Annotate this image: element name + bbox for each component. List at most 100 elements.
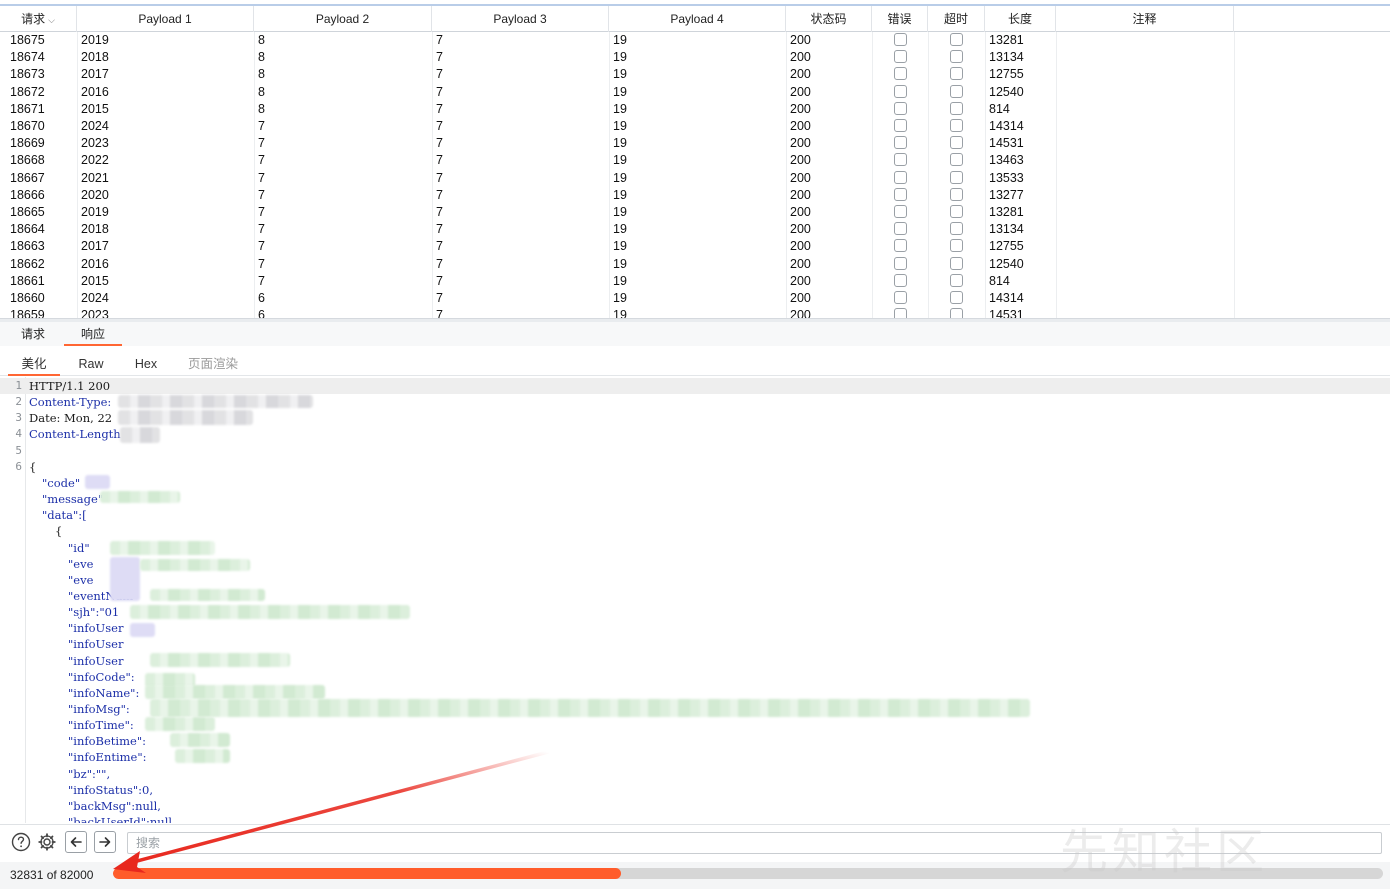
checkbox-timeout[interactable] — [950, 256, 963, 270]
checkbox-timeout[interactable] — [950, 291, 963, 304]
checkbox-timeout[interactable] — [950, 170, 963, 184]
checkbox-timeout[interactable] — [950, 67, 963, 81]
checkbox-error[interactable] — [894, 291, 907, 304]
table-row[interactable]: 18662 2016 7 7 19 200 12540 — [0, 256, 1390, 273]
checkbox-error[interactable] — [894, 222, 907, 236]
checkbox-timeout[interactable] — [950, 273, 963, 287]
redaction-blur — [118, 395, 313, 408]
table-row[interactable]: 18661 2015 7 7 19 200 814 — [0, 273, 1390, 290]
checkbox-timeout[interactable] — [950, 153, 963, 167]
cell-length: 13277 — [989, 187, 1024, 202]
cell-payload1: 2016 — [81, 256, 109, 271]
tab-response[interactable]: 响应 — [64, 322, 122, 346]
checkbox-error[interactable] — [894, 84, 907, 98]
cell-request: 18663 — [10, 239, 45, 254]
response-editor[interactable]: 1 HTTP/1.1 200 2 Content-Type: 3 Date: Mon, 2… — [0, 377, 1390, 823]
checkbox-error[interactable] — [894, 119, 907, 132]
table-row[interactable]: 18666 2020 7 7 19 200 13277 — [0, 187, 1390, 204]
checkbox-timeout[interactable] — [950, 239, 963, 253]
cell-status: 200 — [790, 239, 811, 254]
code-text: Content-Length — [29, 427, 121, 442]
cell-payload3: 7 — [436, 222, 443, 237]
cell-payload2: 8 — [258, 67, 265, 82]
checkbox-timeout[interactable] — [950, 136, 963, 150]
checkbox-error[interactable] — [894, 256, 907, 270]
table-row[interactable]: 18668 2022 7 7 19 200 13463 — [0, 152, 1390, 169]
table-row[interactable]: 18663 2017 7 7 19 200 12755 — [0, 238, 1390, 255]
column-header-timeout[interactable]: 超时 — [928, 6, 985, 32]
cell-status: 200 — [790, 33, 811, 47]
tab-request[interactable]: 请求 — [8, 322, 58, 346]
table-row[interactable]: 18672 2016 8 7 19 200 12540 — [0, 84, 1390, 101]
cell-payload1: 2018 — [81, 50, 109, 65]
table-row[interactable]: 18659 2023 6 7 19 200 14531 — [0, 307, 1390, 318]
checkbox-error[interactable] — [894, 239, 907, 253]
cell-payload3: 7 — [436, 153, 443, 168]
column-header-error[interactable]: 错误 — [872, 6, 928, 32]
checkbox-error[interactable] — [894, 101, 907, 115]
checkbox-timeout[interactable] — [950, 222, 963, 236]
cell-status: 200 — [790, 273, 811, 288]
tab-pretty[interactable]: 美化 — [8, 352, 60, 376]
cell-payload1: 2022 — [81, 153, 109, 168]
tab-hex[interactable]: Hex — [124, 352, 168, 376]
table-row[interactable]: 18665 2019 7 7 19 200 13281 — [0, 204, 1390, 221]
column-header-comment[interactable]: 注释 — [1056, 6, 1234, 32]
checkbox-error[interactable] — [894, 33, 907, 46]
settings-button[interactable] — [36, 831, 58, 853]
help-button[interactable] — [10, 831, 32, 853]
cell-payload4: 19 — [613, 187, 627, 202]
table-row[interactable]: 18671 2015 8 7 19 200 814 — [0, 101, 1390, 118]
next-match-button[interactable] — [94, 831, 116, 853]
cell-payload4: 19 — [613, 84, 627, 99]
checkbox-timeout[interactable] — [950, 33, 963, 46]
checkbox-error[interactable] — [894, 153, 907, 167]
tab-render[interactable]: 页面渲染 — [180, 352, 246, 376]
checkbox-error[interactable] — [894, 50, 907, 64]
tab-label: Hex — [134, 357, 158, 371]
checkbox-error[interactable] — [894, 308, 907, 318]
checkbox-error[interactable] — [894, 136, 907, 150]
column-header-payload3[interactable]: Payload 3 — [432, 6, 609, 32]
checkbox-timeout[interactable] — [950, 187, 963, 201]
tab-raw[interactable]: Raw — [70, 352, 112, 376]
cell-payload2: 6 — [258, 291, 265, 305]
column-header-request[interactable]: 请求 ⌵ — [0, 6, 77, 32]
cell-status: 200 — [790, 50, 811, 65]
code-line: "infoCode": — [0, 669, 1390, 685]
column-header-length[interactable]: 长度 — [985, 6, 1056, 32]
checkbox-error[interactable] — [894, 273, 907, 287]
column-header-payload4[interactable]: Payload 4 — [609, 6, 786, 32]
cell-length: 13134 — [989, 50, 1024, 65]
checkbox-timeout[interactable] — [950, 119, 963, 132]
table-row[interactable]: 18669 2023 7 7 19 200 14531 — [0, 135, 1390, 152]
column-header-label: 错误 — [887, 12, 912, 26]
column-header-payload2[interactable]: Payload 2 — [254, 6, 432, 32]
column-header-payload1[interactable]: Payload 1 — [77, 6, 254, 32]
column-header-status[interactable]: 状态码 — [786, 6, 872, 32]
table-row[interactable]: 18674 2018 8 7 19 200 13134 — [0, 49, 1390, 66]
cell-payload2: 7 — [258, 136, 265, 151]
table-row[interactable]: 18670 2024 7 7 19 200 14314 — [0, 118, 1390, 135]
table-row[interactable]: 18664 2018 7 7 19 200 13134 — [0, 221, 1390, 238]
cell-payload2: 7 — [258, 205, 265, 219]
cell-status: 200 — [790, 291, 811, 305]
checkbox-timeout[interactable] — [950, 205, 963, 218]
code-line: "data":[ — [0, 507, 1390, 523]
table-row[interactable]: 18660 2024 6 7 19 200 14314 — [0, 290, 1390, 307]
checkbox-timeout[interactable] — [950, 50, 963, 64]
checkbox-error[interactable] — [894, 187, 907, 201]
checkbox-timeout[interactable] — [950, 308, 963, 318]
checkbox-timeout[interactable] — [950, 84, 963, 98]
cell-request: 18662 — [10, 256, 45, 271]
checkbox-error[interactable] — [894, 205, 907, 218]
search-input[interactable] — [127, 832, 1382, 854]
table-row[interactable]: 18667 2021 7 7 19 200 13533 — [0, 170, 1390, 187]
checkbox-error[interactable] — [894, 67, 907, 81]
table-row[interactable]: 18675 2019 8 7 19 200 13281 — [0, 32, 1390, 49]
column-header-label: 长度 — [1007, 12, 1032, 26]
table-row[interactable]: 18673 2017 8 7 19 200 12755 — [0, 66, 1390, 83]
previous-match-button[interactable] — [65, 831, 87, 853]
checkbox-error[interactable] — [894, 170, 907, 184]
checkbox-timeout[interactable] — [950, 101, 963, 115]
